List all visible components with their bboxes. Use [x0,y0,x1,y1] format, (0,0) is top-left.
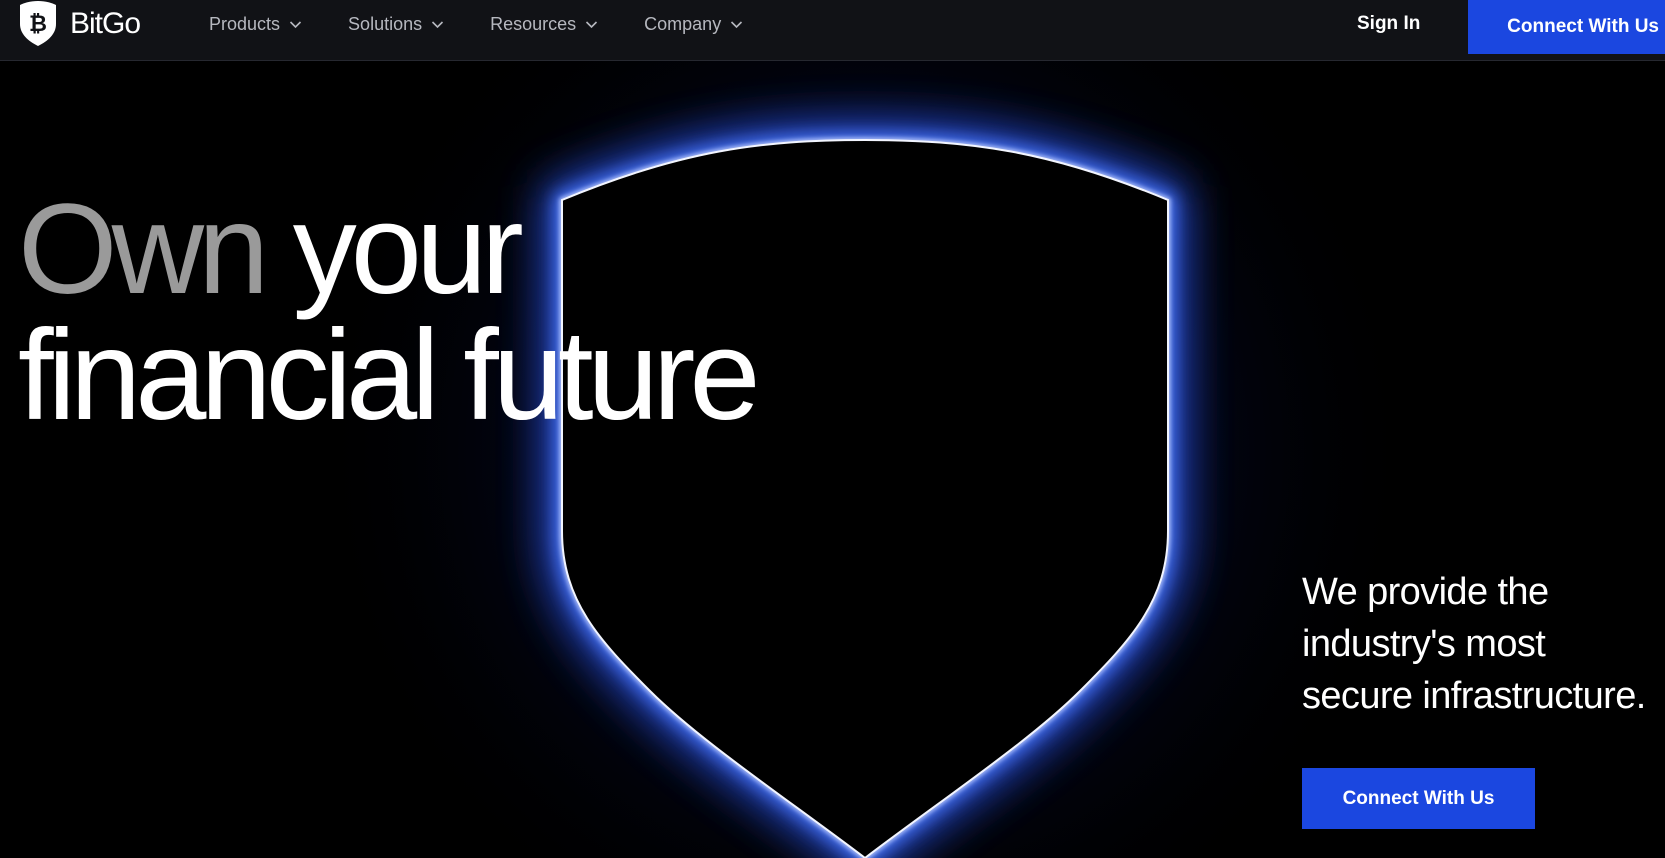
svg-text:₿: ₿ [29,11,47,36]
menu-label: Resources [490,14,577,34]
menu-label: Company [644,14,722,34]
tagline-line: industry's most [1302,623,1546,665]
headline-line-1: Own your [18,186,755,314]
headline-word-own: Own [18,178,269,321]
tagline-line: We provide the [1302,571,1549,613]
chevron-down-icon [289,21,302,29]
main-menu: Products Solutions Resources Company [209,0,789,49]
headline-word-your: your [292,178,524,321]
chevron-down-icon [731,21,743,29]
chevron-down-icon [432,21,444,29]
brand-name: BitGo [70,6,141,40]
menu-company[interactable]: Company [644,14,743,35]
menu-label: Solutions [348,14,423,34]
menu-label: Products [209,14,281,34]
hero-headline: Own your financial future [18,186,760,447]
brand-logo[interactable]: ₿ BitGo [18,0,141,47]
sign-in-link[interactable]: Sign In [1357,13,1420,35]
hero-tagline: We provide the industry's most secure in… [1302,566,1665,722]
hero-connect-button[interactable]: Connect With Us [1302,768,1535,829]
bitcoin-shield-icon: ₿ [20,1,56,46]
menu-resources[interactable]: Resources [490,14,598,35]
tagline-line: secure infrastructure. [1302,675,1646,717]
menu-products[interactable]: Products [209,14,302,35]
hero-section: Own your financial future We provide the… [0,61,1665,858]
headline-line-2: financial future [18,304,760,447]
nav-connect-button[interactable]: Connect With Us [1468,0,1665,54]
chevron-down-icon [586,21,598,29]
menu-solutions[interactable]: Solutions [348,14,444,35]
top-nav: ₿ BitGo Products Solutions Resources Com… [0,0,1665,61]
